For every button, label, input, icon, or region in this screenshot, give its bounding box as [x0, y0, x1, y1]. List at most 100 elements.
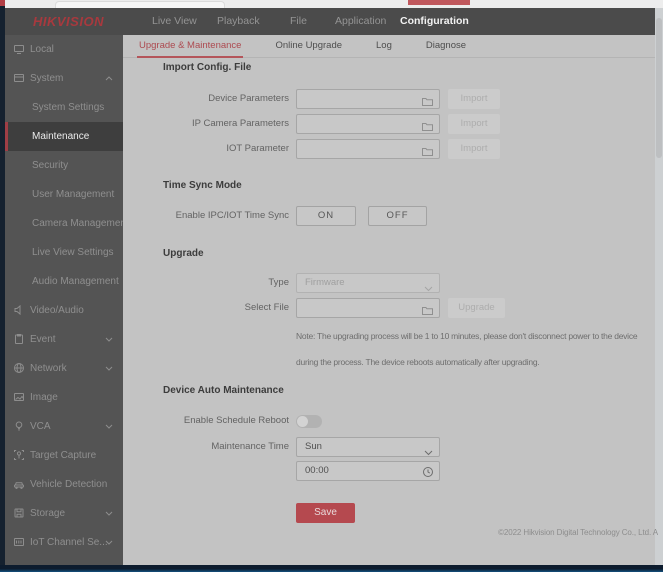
tab-log[interactable]: Log: [374, 35, 394, 58]
sidebar-item-user-management[interactable]: User Management: [5, 180, 123, 209]
chevron-down-icon: [105, 337, 113, 342]
maintenance-panel: Upgrade & Maintenance Online Upgrade Log…: [123, 35, 658, 565]
maintenance-day-row: Maintenance Time Sun: [123, 437, 655, 457]
nav-playback[interactable]: Playback: [217, 15, 260, 27]
sidebar-item-network[interactable]: Network: [5, 354, 123, 383]
maintenance-time-row: 00:00: [123, 461, 655, 481]
sidebar-item-label: Image: [30, 392, 58, 403]
upgrade-type-select[interactable]: Firmware: [296, 273, 440, 293]
section-time-sync-title: Time Sync Mode: [163, 180, 242, 191]
maintenance-day-select[interactable]: Sun: [296, 437, 440, 457]
monitor-icon: [13, 43, 25, 55]
sidebar-item-image[interactable]: Image: [5, 383, 123, 412]
nav-file[interactable]: File: [290, 15, 307, 27]
sidebar-item-label: User Management: [32, 189, 115, 200]
iot-parameter-file-input[interactable]: [296, 139, 440, 159]
sidebar-item-label: Local: [30, 44, 54, 55]
sidebar-item-label: System: [30, 73, 64, 84]
sidebar-item-label: Video/Audio: [30, 305, 84, 316]
chevron-down-icon: [105, 424, 113, 429]
time-sync-row: Enable IPC/IOT Time Sync ON OFF: [123, 206, 655, 226]
section-import-config-title: Import Config. File: [163, 62, 252, 73]
clock-icon: [422, 466, 434, 478]
sidebar-item-label: Camera Management: [32, 218, 129, 229]
vca-icon: [13, 420, 25, 432]
folder-icon: [421, 94, 434, 106]
sidebar-item-audio-management[interactable]: Audio Management: [5, 267, 123, 296]
sidebar-item-label: Audio Management: [32, 276, 119, 287]
enable-ipc-iot-time-sync-label: Enable IPC/IOT Time Sync: [175, 210, 289, 221]
active-nav-accent-bar: [408, 0, 470, 5]
chevron-up-icon: [105, 76, 113, 81]
sidebar-item-label: Security: [32, 160, 69, 171]
select-file-row: Select File Upgrade: [123, 298, 655, 318]
device-parameters-row: Device Parameters Import: [123, 89, 655, 109]
nav-configuration[interactable]: Configuration: [400, 15, 469, 27]
sidebar-item-label: Maintenance: [32, 131, 90, 142]
sidebar-item-iot-channel[interactable]: IoT Channel Se...: [5, 528, 123, 557]
ip-camera-parameters-file-input[interactable]: [296, 114, 440, 134]
sidebar-item-vca[interactable]: VCA: [5, 412, 123, 441]
maintenance-time-input[interactable]: 00:00: [296, 461, 440, 481]
sidebar-item-storage[interactable]: Storage: [5, 499, 123, 528]
vehicle-detection-icon: [13, 478, 25, 490]
upgrade-note-line1: Note: The upgrading process will be 1 to…: [296, 331, 638, 341]
time-sync-off-button[interactable]: OFF: [368, 206, 427, 226]
sidebar-item-camera-management[interactable]: Camera Management: [5, 209, 129, 238]
video-audio-icon: [13, 304, 25, 316]
image-icon: [13, 391, 25, 403]
browser-tab-hint: [55, 1, 225, 8]
import-iot-parameter-button[interactable]: Import: [448, 139, 500, 159]
schedule-reboot-toggle[interactable]: [296, 415, 322, 428]
enable-schedule-reboot-label: Enable Schedule Reboot: [183, 415, 289, 426]
sidebar-item-label: Live View Settings: [32, 247, 114, 258]
scrollbar-thumb[interactable]: [656, 18, 662, 158]
maintenance-tabbar: Upgrade & Maintenance Online Upgrade Log…: [123, 35, 655, 58]
sidebar-item-label: IoT Channel Se...: [30, 537, 108, 548]
iot-parameter-label: IOT Parameter: [226, 143, 289, 154]
section-auto-maintenance-title: Device Auto Maintenance: [163, 385, 284, 396]
time-sync-on-button[interactable]: ON: [296, 206, 356, 226]
sidebar-item-system[interactable]: System: [5, 64, 123, 93]
target-capture-icon: [13, 449, 25, 461]
ip-camera-parameters-label: IP Camera Parameters: [192, 118, 289, 129]
sidebar-item-maintenance[interactable]: Maintenance: [5, 122, 123, 151]
sidebar-item-system-settings[interactable]: System Settings: [5, 93, 123, 122]
upgrade-type-value: Firmware: [305, 277, 345, 288]
page-scrollbar[interactable]: [655, 8, 663, 572]
sidebar-item-local[interactable]: Local: [5, 35, 123, 64]
maintenance-time-label: Maintenance Time: [211, 441, 289, 452]
select-file-input[interactable]: [296, 298, 440, 318]
tab-upgrade-maintenance[interactable]: Upgrade & Maintenance: [137, 35, 244, 58]
sidebar-item-label: Storage: [30, 508, 66, 519]
import-device-parameters-button[interactable]: Import: [448, 89, 500, 109]
sidebar-item-security[interactable]: Security: [5, 151, 123, 180]
device-parameters-file-input[interactable]: [296, 89, 440, 109]
folder-icon: [421, 119, 434, 131]
upgrade-button[interactable]: Upgrade: [448, 298, 505, 318]
nav-live-view[interactable]: Live View: [152, 15, 197, 27]
nav-application[interactable]: Application: [335, 15, 386, 27]
tab-online-upgrade[interactable]: Online Upgrade: [273, 35, 344, 58]
sidebar-item-video-audio[interactable]: Video/Audio: [5, 296, 123, 325]
sidebar-item-event[interactable]: Event: [5, 325, 123, 354]
chevron-down-icon: [424, 281, 433, 292]
tab-diagnose[interactable]: Diagnose: [424, 35, 468, 58]
sidebar-item-label: Target Capture: [30, 450, 97, 461]
chevron-down-icon: [424, 445, 433, 456]
sidebar-item-label: VCA: [30, 421, 51, 432]
event-icon: [13, 333, 25, 345]
sidebar-item-target-capture[interactable]: Target Capture: [5, 441, 123, 470]
folder-icon: [421, 303, 434, 315]
chevron-down-icon: [105, 540, 113, 545]
sidebar-item-label: Event: [30, 334, 56, 345]
system-icon: [13, 72, 25, 84]
sidebar-item-vehicle-detection[interactable]: Vehicle Detection: [5, 470, 123, 499]
iot-parameter-row: IOT Parameter Import: [123, 139, 655, 159]
config-sidebar: Local System System Settings Maintenance…: [5, 35, 129, 565]
save-button[interactable]: Save: [296, 503, 355, 523]
sidebar-item-label: System Settings: [32, 102, 105, 113]
import-ip-camera-parameters-button[interactable]: Import: [448, 114, 500, 134]
schedule-reboot-row: Enable Schedule Reboot: [123, 411, 655, 431]
sidebar-item-live-view-settings[interactable]: Live View Settings: [5, 238, 123, 267]
